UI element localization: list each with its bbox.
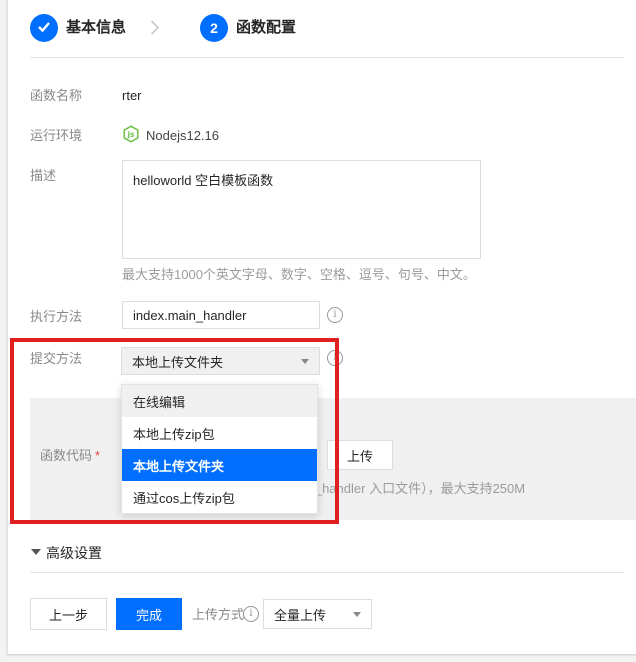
upload-mode-select[interactable]: 全量上传 xyxy=(263,599,372,629)
description-helper-text: 最大支持1000个英文字母、数字、空格、逗号、句号、中文。 xyxy=(122,267,476,282)
step2-number-circle: 2 xyxy=(200,14,228,42)
submit-method-dropdown-menu: 在线编辑 本地上传zip包 本地上传文件夹 通过cos上传zip包 xyxy=(121,384,318,514)
submit-method-info-icon[interactable]: i xyxy=(327,350,343,366)
upload-button-label: 上传 xyxy=(347,446,373,465)
function-code-label-text: 函数代码 xyxy=(40,448,92,463)
caret-down-icon xyxy=(353,612,361,617)
submit-method-selected-value: 本地上传文件夹 xyxy=(132,352,223,371)
step1-label[interactable]: 基本信息 xyxy=(66,19,126,37)
footer-divider xyxy=(30,572,624,573)
function-name-value: rter xyxy=(122,88,142,103)
chevron-right-icon xyxy=(150,19,160,41)
description-textarea[interactable]: helloworld 空白模板函数 xyxy=(122,160,481,259)
handler-label: 执行方法 xyxy=(30,309,82,324)
upload-mode-label: 上传方式 xyxy=(192,607,244,623)
menu-item-cos-zip[interactable]: 通过cos上传zip包 xyxy=(122,481,317,513)
runtime-value: Nodejs12.16 xyxy=(146,128,219,143)
handler-input[interactable]: index.main_handler xyxy=(122,301,320,329)
submit-method-select[interactable]: 本地上传文件夹 xyxy=(121,347,320,375)
step2-label: 函数配置 xyxy=(236,19,296,37)
description-label: 描述 xyxy=(30,168,56,183)
upload-mode-selected-value: 全量上传 xyxy=(274,605,326,624)
function-name-label: 函数名称 xyxy=(30,88,82,103)
info-icon-glyph: i xyxy=(249,608,252,619)
finish-button[interactable]: 完成 xyxy=(116,598,182,630)
previous-step-label: 上一步 xyxy=(49,605,88,624)
header-divider xyxy=(30,57,624,58)
menu-item-local-folder[interactable]: 本地上传文件夹 xyxy=(122,449,317,481)
upload-button[interactable]: 上传 xyxy=(327,440,393,470)
menu-item-online-edit[interactable]: 在线编辑 xyxy=(122,385,317,417)
previous-step-button[interactable]: 上一步 xyxy=(30,598,107,630)
check-icon xyxy=(37,20,51,36)
function-code-label: 函数代码* xyxy=(40,448,100,463)
finish-label: 完成 xyxy=(136,605,162,624)
menu-item-local-zip[interactable]: 本地上传zip包 xyxy=(122,417,317,449)
required-asterisk: * xyxy=(95,448,100,463)
handler-info-icon[interactable]: i xyxy=(327,307,343,323)
info-icon-glyph: i xyxy=(333,352,336,363)
upload-mode-info-icon[interactable]: i xyxy=(243,606,259,622)
submit-method-label: 提交方法 xyxy=(30,351,82,366)
nodejs-icon: js xyxy=(122,125,140,148)
info-icon-glyph: i xyxy=(333,309,336,320)
handler-input-value: index.main_handler xyxy=(133,308,246,323)
step2-number: 2 xyxy=(210,20,218,36)
step1-done-check-circle xyxy=(30,14,58,42)
caret-down-icon xyxy=(301,359,309,364)
svg-text:js: js xyxy=(126,130,135,139)
advanced-collapse-triangle-icon xyxy=(31,549,41,555)
advanced-settings-toggle[interactable]: 高级设置 xyxy=(46,545,102,561)
runtime-label: 运行环境 xyxy=(30,128,82,143)
